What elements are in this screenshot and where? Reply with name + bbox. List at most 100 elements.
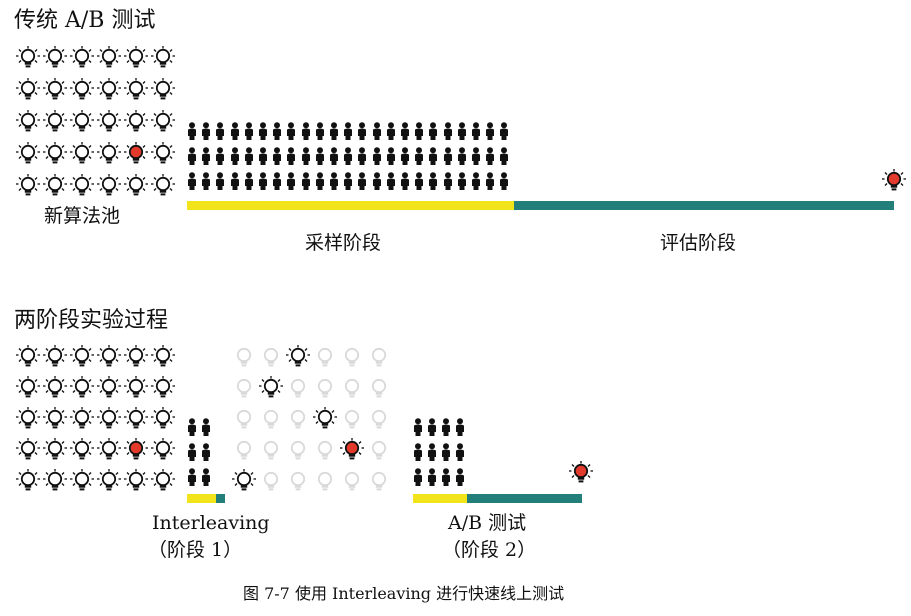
person-icon bbox=[358, 172, 367, 190]
light-bulb-icon bbox=[151, 407, 175, 429]
light-bulb-icon bbox=[43, 78, 67, 100]
person-icon bbox=[401, 122, 409, 140]
algorithm-pool-label: 新算法池 bbox=[44, 205, 121, 227]
person-icon bbox=[216, 147, 225, 165]
person-icon bbox=[429, 122, 438, 140]
interleaving-sampling-bar bbox=[187, 494, 216, 503]
person-icon bbox=[259, 147, 267, 165]
person-icon bbox=[287, 122, 296, 140]
light-bulb-icon bbox=[97, 376, 121, 398]
light-bulb-icon bbox=[70, 46, 94, 68]
highlighted-light-bulb-icon bbox=[124, 142, 148, 164]
faded-light-bulb-icon bbox=[263, 347, 279, 367]
light-bulb-icon bbox=[43, 142, 67, 164]
person-icon bbox=[202, 443, 210, 461]
person-icon bbox=[415, 122, 424, 140]
light-bulb-icon bbox=[43, 345, 67, 367]
ab-sampling-bar bbox=[413, 494, 467, 503]
person-icon bbox=[230, 147, 239, 165]
ab-evaluation-bar bbox=[467, 494, 582, 503]
person-icon bbox=[456, 468, 464, 486]
light-bulb-icon bbox=[124, 110, 148, 132]
light-bulb-icon bbox=[16, 46, 40, 68]
traditional-title: 传统 A/B 测试 bbox=[14, 8, 156, 33]
faded-light-bulb-icon bbox=[263, 471, 279, 491]
faded-light-bulb-icon bbox=[317, 440, 333, 460]
person-icon bbox=[244, 147, 253, 165]
person-icon bbox=[414, 443, 422, 461]
person-icon bbox=[456, 418, 464, 436]
two-stage-title: 两阶段实验过程 bbox=[14, 308, 169, 333]
light-bulb-icon bbox=[16, 345, 40, 367]
light-bulb-icon bbox=[124, 345, 148, 367]
interleaving-label: Interleaving bbox=[152, 512, 270, 534]
light-bulb-icon bbox=[151, 174, 175, 196]
faded-light-bulb-icon bbox=[371, 378, 387, 398]
person-icon bbox=[358, 147, 367, 165]
light-bulb-icon bbox=[43, 46, 67, 68]
light-bulb-icon bbox=[16, 407, 40, 429]
selected-light-bulb-icon bbox=[232, 469, 256, 491]
figure-caption: 图 7-7 使用 Interleaving 进行快速线上测试 bbox=[243, 584, 565, 603]
person-icon bbox=[429, 147, 438, 165]
light-bulb-icon bbox=[124, 469, 148, 491]
person-icon bbox=[472, 147, 480, 165]
faded-light-bulb-icon bbox=[344, 409, 360, 429]
winner-light-bulb-icon-2 bbox=[569, 461, 593, 483]
person-icon bbox=[457, 172, 466, 190]
person-icon bbox=[386, 122, 395, 140]
person-icon bbox=[472, 122, 480, 140]
sampling-phase-bar bbox=[187, 201, 514, 210]
faded-light-bulb-icon bbox=[371, 440, 387, 460]
person-icon bbox=[273, 172, 282, 190]
person-icon bbox=[188, 122, 196, 140]
light-bulb-icon bbox=[43, 469, 67, 491]
faded-light-bulb-icon bbox=[236, 440, 252, 460]
evaluation-phase-label: 评估阶段 bbox=[660, 232, 737, 254]
person-icon bbox=[315, 147, 324, 165]
person-icon bbox=[244, 122, 253, 140]
person-icon bbox=[472, 172, 480, 190]
selected-light-bulb-icon bbox=[259, 376, 283, 398]
light-bulb-icon bbox=[70, 78, 94, 100]
highlighted-light-bulb-icon bbox=[124, 438, 148, 460]
faded-light-bulb-icon bbox=[236, 409, 252, 429]
faded-light-bulb-icon bbox=[263, 440, 279, 460]
light-bulb-icon bbox=[70, 345, 94, 367]
person-icon bbox=[372, 172, 381, 190]
person-icon bbox=[301, 172, 310, 190]
person-icon bbox=[287, 147, 296, 165]
highlighted-light-bulb-icon bbox=[340, 438, 364, 460]
person-icon bbox=[273, 122, 282, 140]
faded-light-bulb-icon bbox=[371, 347, 387, 367]
faded-light-bulb-icon bbox=[344, 378, 360, 398]
person-icon bbox=[188, 418, 196, 436]
ab-test-label: A/B 测试 bbox=[448, 512, 527, 534]
person-icon bbox=[230, 172, 239, 190]
light-bulb-icon bbox=[43, 174, 67, 196]
light-bulb-icon bbox=[124, 46, 148, 68]
person-icon bbox=[244, 172, 253, 190]
light-bulb-icon bbox=[16, 469, 40, 491]
light-bulb-icon bbox=[43, 376, 67, 398]
light-bulb-icon bbox=[16, 376, 40, 398]
person-icon bbox=[500, 172, 509, 190]
person-icon bbox=[486, 122, 495, 140]
person-icon bbox=[330, 147, 338, 165]
faded-light-bulb-icon bbox=[317, 347, 333, 367]
person-icon bbox=[429, 172, 438, 190]
person-icon bbox=[344, 172, 353, 190]
light-bulb-icon bbox=[97, 438, 121, 460]
faded-light-bulb-icon bbox=[236, 378, 252, 398]
person-icon bbox=[202, 147, 211, 165]
person-icon bbox=[486, 147, 495, 165]
person-icon bbox=[414, 418, 422, 436]
light-bulb-icon bbox=[151, 345, 175, 367]
person-icon bbox=[259, 122, 267, 140]
person-icon bbox=[428, 418, 436, 436]
light-bulb-icon bbox=[16, 110, 40, 132]
faded-light-bulb-icon bbox=[317, 471, 333, 491]
person-icon bbox=[344, 147, 353, 165]
person-icon bbox=[344, 122, 353, 140]
faded-light-bulb-icon bbox=[344, 471, 360, 491]
